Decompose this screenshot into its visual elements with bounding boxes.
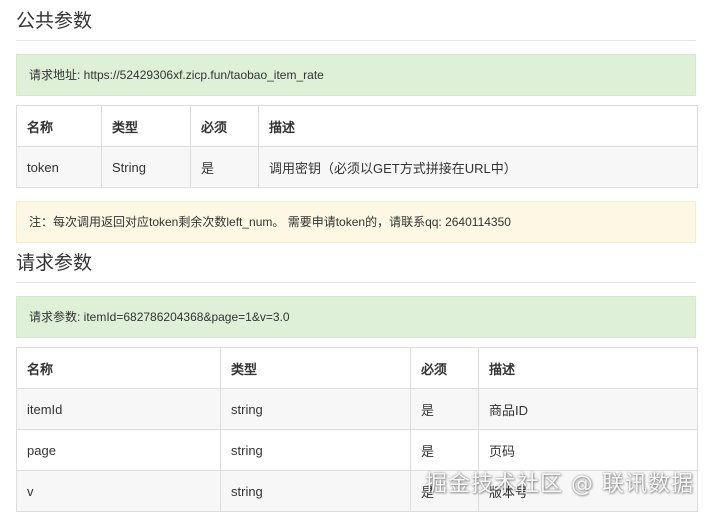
table-row: token String 是 调用密钥（必须以GET方式拼接在URL中） (16, 146, 698, 188)
request-example-text: 请求参数: itemId=682786204368&page=1&v=3.0 (29, 310, 290, 324)
table-header-row: 名称 类型 必须 描述 (16, 347, 698, 389)
public-params-title: 公共参数 (16, 10, 696, 41)
cell-type: string (220, 388, 411, 430)
cell-required: 是 (410, 470, 479, 512)
request-params-title: 请求参数 (16, 252, 696, 283)
cell-type: string (220, 470, 411, 512)
request-url-text: 请求地址: https://52429306xf.zicp.fun/taobao… (29, 68, 324, 82)
column-header-type: 类型 (220, 347, 411, 389)
token-note-text: 注：每次调用返回对应token剩余次数left_num。 需要申请token的，… (29, 215, 511, 229)
cell-description: 版本号 (478, 470, 698, 512)
cell-name: v (16, 470, 221, 512)
cell-description: 商品ID (478, 388, 698, 430)
column-header-type: 类型 (101, 105, 191, 147)
cell-name: itemId (16, 388, 221, 430)
cell-required: 是 (190, 146, 259, 188)
cell-description: 调用密钥（必须以GET方式拼接在URL中） (258, 146, 698, 188)
column-header-description: 描述 (478, 347, 698, 389)
column-header-required: 必须 (190, 105, 259, 147)
request-url-notice: 请求地址: https://52429306xf.zicp.fun/taobao… (16, 54, 696, 96)
public-params-table: 名称 类型 必须 描述 token String 是 调用密钥（必须以GET方式… (16, 105, 698, 188)
cell-name: page (16, 429, 221, 471)
table-header-row: 名称 类型 必须 描述 (16, 105, 698, 147)
cell-required: 是 (410, 388, 479, 430)
request-example-notice: 请求参数: itemId=682786204368&page=1&v=3.0 (16, 296, 696, 338)
cell-type: String (101, 146, 191, 188)
token-note: 注：每次调用返回对应token剩余次数left_num。 需要申请token的，… (16, 201, 696, 243)
cell-type: string (220, 429, 411, 471)
column-header-name: 名称 (16, 347, 221, 389)
cell-name: token (16, 146, 102, 188)
table-row: page string 是 页码 (16, 429, 698, 471)
request-params-table: 名称 类型 必须 描述 itemId string 是 商品ID page st… (16, 347, 698, 512)
column-header-name: 名称 (16, 105, 102, 147)
table-row: v string 是 版本号 (16, 470, 698, 512)
cell-required: 是 (410, 429, 479, 471)
table-row: itemId string 是 商品ID (16, 388, 698, 430)
column-header-description: 描述 (258, 105, 698, 147)
column-header-required: 必须 (410, 347, 479, 389)
cell-description: 页码 (478, 429, 698, 471)
